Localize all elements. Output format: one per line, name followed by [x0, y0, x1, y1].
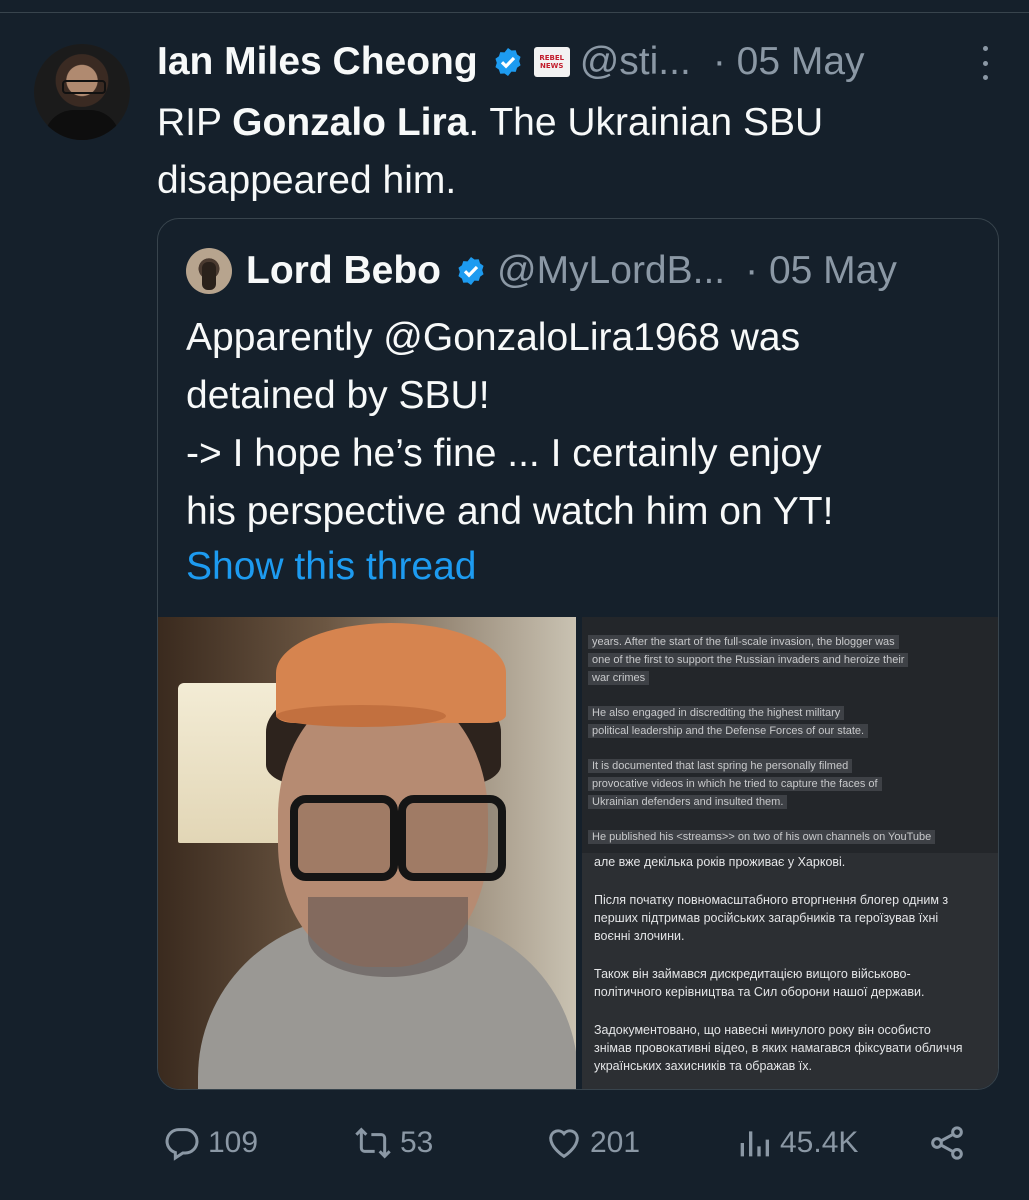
tweet-header: Ian Miles Cheong REBEL NEWS @sti... · 05… — [157, 36, 865, 88]
doc-uk-line: але вже декілька років проживає у Харков… — [594, 855, 846, 869]
repost-icon — [355, 1127, 391, 1159]
doc-en-line: Ukrainian defenders and insulted them. — [588, 795, 788, 809]
share-button[interactable] — [925, 1118, 973, 1168]
doc-en-line: war crimes — [588, 671, 650, 685]
show-thread-link[interactable]: Show this thread — [186, 545, 477, 589]
badge-line-1: REBEL — [539, 54, 565, 62]
quoted-line: -> I hope he’s fine ... I certainly enjo… — [186, 432, 822, 475]
quoted-tweet[interactable]: Lord Bebo @MyLordB... · 05 May Apparentl… — [157, 218, 999, 1090]
doc-en-line: He also engaged in discrediting the high… — [588, 706, 845, 720]
english-translation: years. After the start of the full-scale… — [582, 617, 998, 853]
share-icon — [931, 1126, 963, 1160]
person-photo[interactable] — [158, 617, 576, 1089]
doc-en-line: political leadership and the Defense For… — [588, 724, 869, 738]
reply-count: 109 — [208, 1126, 259, 1159]
action-bar: 109 53 201 45.4K — [160, 1118, 990, 1168]
like-button[interactable]: 201 — [542, 1118, 640, 1168]
like-count: 201 — [590, 1126, 641, 1159]
tweet-text-mention: Gonzalo Lira — [232, 101, 469, 144]
tweet-text-prefix: RIP — [157, 101, 233, 144]
doc-uk-line: перших підтримав російських загарбників … — [594, 911, 939, 925]
doc-uk-line: українських захисників та ображав їх. — [594, 1059, 812, 1073]
doc-uk-line: політичного керівництва та Сил оборони н… — [594, 985, 925, 999]
quoted-line: detained by SBU! — [186, 374, 490, 417]
reply-button[interactable]: 109 — [160, 1118, 258, 1168]
like-icon — [549, 1129, 579, 1159]
reply-icon — [165, 1128, 199, 1161]
tweet-text: RIP Gonzalo Lira. The Ukrainian SBU disa… — [157, 94, 997, 210]
author-name[interactable]: Ian Miles Cheong — [157, 40, 478, 84]
quoted-header: Lord Bebo @MyLordB... · 05 May — [186, 247, 897, 295]
more-options-icon[interactable] — [975, 46, 995, 80]
doc-en-line: He published his <streams>> on two of hi… — [588, 830, 936, 844]
quoted-date[interactable]: · 05 May — [745, 249, 897, 293]
doc-uk-line: воєнні злочини. — [594, 929, 685, 943]
top-divider — [0, 0, 1029, 13]
rebel-news-badge-icon[interactable]: REBEL NEWS — [533, 47, 570, 77]
doc-uk-line: Задокументовано, що навесні минулого рок… — [594, 1023, 931, 1037]
quoted-media[interactable]: years. After the start of the full-scale… — [158, 617, 998, 1089]
ukrainian-original: але вже декілька років проживає у Харков… — [582, 853, 998, 1089]
verified-badge-icon — [495, 48, 521, 76]
doc-en-line: years. After the start of the full-scale… — [588, 635, 899, 649]
repost-button[interactable]: 53 — [350, 1118, 433, 1168]
doc-uk-line: знімав провокативні відео, в яких намага… — [594, 1041, 963, 1055]
repost-count: 53 — [400, 1126, 434, 1159]
quoted-avatar[interactable] — [186, 248, 232, 294]
views-button[interactable]: 45.4K — [732, 1118, 858, 1168]
quoted-text: Apparently @GonzaloLira1968 was detained… — [186, 309, 976, 541]
quoted-verified-badge-icon — [458, 257, 484, 285]
author-handle[interactable]: @sti... — [580, 40, 691, 84]
doc-uk-line: Також він займався дискредитацією вищого… — [594, 967, 911, 981]
badge-line-2: NEWS — [540, 62, 564, 70]
quoted-line: Apparently @GonzaloLira1968 was — [186, 316, 801, 359]
doc-uk-line: Після початку повномасштабного вторгненн… — [594, 893, 949, 907]
quoted-author-name[interactable]: Lord Bebo — [246, 249, 441, 293]
quoted-line: his perspective and watch him on YT! — [186, 490, 834, 533]
views-count: 45.4K — [780, 1126, 859, 1159]
document-screenshot[interactable]: years. After the start of the full-scale… — [582, 617, 998, 1089]
quoted-handle[interactable]: @MyLordB... — [497, 249, 725, 293]
doc-en-line: one of the first to support the Russian … — [588, 653, 909, 667]
doc-en-line: It is documented that last spring he per… — [588, 759, 853, 773]
author-avatar[interactable] — [34, 44, 130, 140]
views-icon — [740, 1131, 769, 1157]
tweet-date[interactable]: · 05 May — [713, 40, 865, 84]
doc-en-line: provocative videos in which he tried to … — [588, 777, 882, 791]
